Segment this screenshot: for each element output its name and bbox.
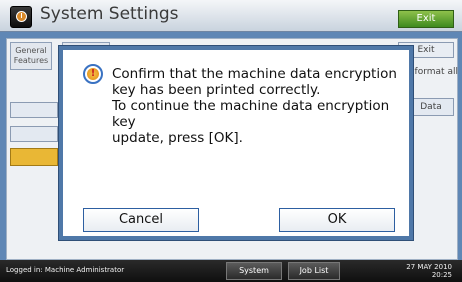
exit-button[interactable]: Exit [398, 10, 454, 28]
login-status: Logged in: Machine Administrator [6, 266, 125, 274]
panel-button-selected[interactable] [10, 148, 58, 166]
format-text: r format all [408, 67, 458, 77]
info-warning-icon: ! [83, 64, 103, 84]
date-text: 27 MAY 2010 [406, 263, 452, 271]
exclamation-mark: ! [90, 68, 96, 79]
screen: System Settings Exit General Features Ex… [0, 0, 462, 282]
job-list-button[interactable]: Job List [288, 262, 340, 280]
system-settings-icon [10, 6, 32, 28]
cancel-button[interactable]: Cancel [83, 208, 199, 232]
tab-general-features[interactable]: General Features [10, 42, 52, 70]
date-time: 27 MAY 2010 20:25 [400, 263, 452, 279]
data-button[interactable]: Data [408, 98, 454, 116]
title-bar: System Settings Exit [0, 0, 462, 32]
dialog-message: Confirm that the machine data encryption… [112, 66, 397, 146]
status-bar: Logged in: Machine Administrator System … [0, 260, 462, 282]
settings-dial-icon [16, 11, 27, 22]
panel-button-1[interactable] [10, 102, 58, 118]
time-text: 20:25 [431, 271, 452, 279]
warning-circle: ! [87, 68, 99, 80]
app-title: System Settings [40, 4, 179, 24]
system-status-button[interactable]: System Status [226, 262, 282, 280]
confirm-dialog: ! Confirm that the machine data encrypti… [59, 46, 413, 240]
panel-button-2[interactable] [10, 126, 58, 142]
ok-button[interactable]: OK [279, 208, 395, 232]
